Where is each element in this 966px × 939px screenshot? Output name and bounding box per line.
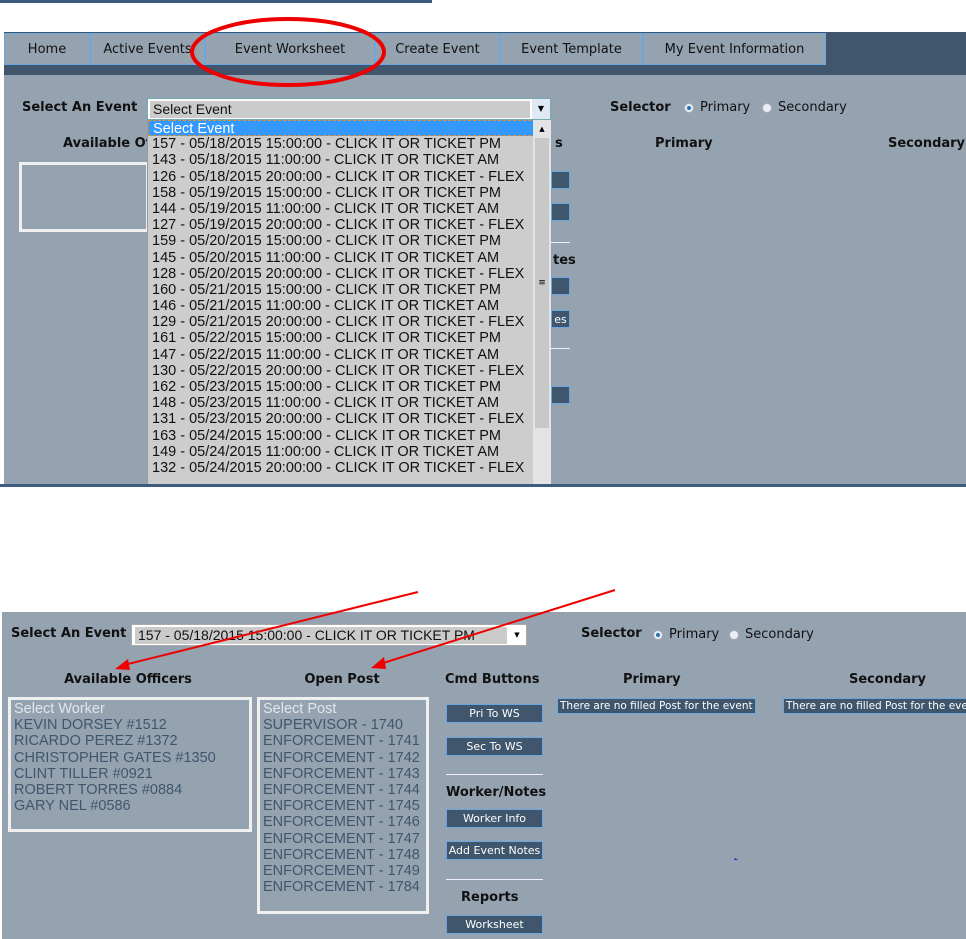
arrow-line xyxy=(123,591,419,666)
arrow-head-icon xyxy=(115,659,130,670)
arrow-head-icon xyxy=(371,657,386,669)
annotation-overlay xyxy=(115,17,738,860)
cursor-mark xyxy=(734,858,738,860)
arrow-line xyxy=(379,589,616,665)
highlight-ellipse xyxy=(190,17,386,87)
